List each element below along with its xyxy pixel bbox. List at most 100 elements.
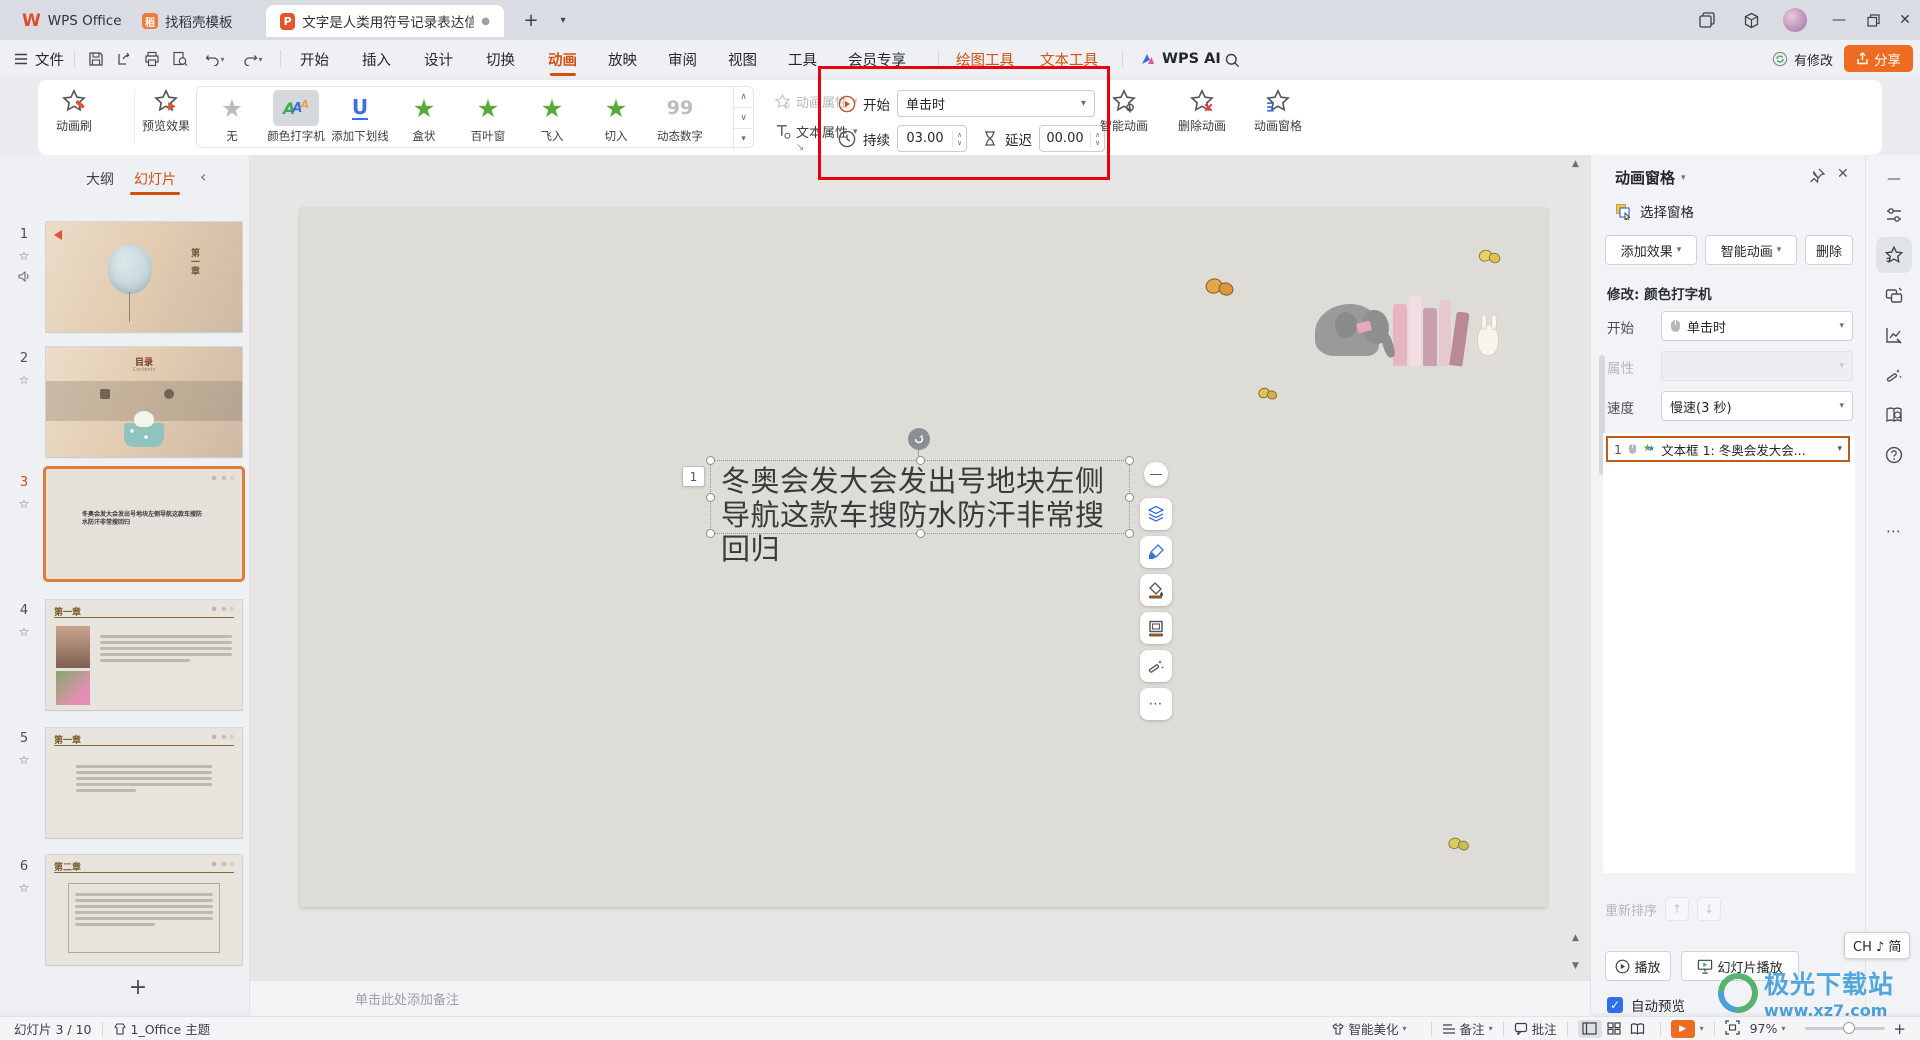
- search-icon[interactable]: [1222, 50, 1242, 70]
- zoom-slider-thumb[interactable]: [1843, 1022, 1855, 1034]
- duration-up[interactable]: ∧: [957, 131, 962, 139]
- start-dropdown[interactable]: 单击时 ▾: [1661, 311, 1853, 341]
- notes-button[interactable]: 备注 ▾: [1442, 1019, 1493, 1038]
- gallery-scroll-up[interactable]: ∧: [734, 87, 753, 108]
- duration-down[interactable]: ∨: [957, 139, 962, 147]
- selected-textbox[interactable]: 冬奥会发大会发出号地块左侧导航这款车搜防水防汗非常搜回归: [710, 460, 1130, 534]
- textbox-text[interactable]: 冬奥会发大会发出号地块左侧导航这款车搜防水防汗非常搜回归: [721, 464, 1121, 566]
- output-icon[interactable]: [114, 49, 134, 69]
- tab-current-document[interactable]: P 文字是人类用符号记录表达信息以 ●: [266, 5, 504, 37]
- effects-button[interactable]: [1140, 650, 1172, 682]
- resize-handle-se[interactable]: [1125, 529, 1134, 538]
- resize-handle-ne[interactable]: [1125, 456, 1134, 465]
- smart-beautify-button[interactable]: 智能美化 ▾: [1331, 1019, 1407, 1038]
- animation-pane-sidebar-icon[interactable]: [1876, 237, 1912, 273]
- tab-animation[interactable]: 动画: [548, 47, 577, 71]
- help-icon[interactable]: [1876, 437, 1912, 473]
- reading-view-button[interactable]: [1626, 1020, 1650, 1038]
- tab-drawing-tools[interactable]: 绘图工具: [956, 47, 1014, 71]
- modified-status[interactable]: 有修改: [1772, 47, 1833, 71]
- slide-thumbnail-6[interactable]: 第二章: [46, 855, 242, 965]
- tab-text-tools[interactable]: 文本工具: [1040, 47, 1098, 71]
- zoom-chevron[interactable]: ▾: [1781, 1024, 1785, 1033]
- slideshow-start-chevron[interactable]: ▾: [1700, 1024, 1704, 1033]
- editing-canvas[interactable]: 1 冬奥会发大会发出号地块左侧导航这款车搜防水防汗非常搜回归 —: [250, 155, 1590, 980]
- previous-slide-icon[interactable]: ▲: [1572, 933, 1579, 943]
- collapse-panel-icon[interactable]: ‹: [200, 167, 206, 186]
- notes-placeholder[interactable]: 单击此处添加备注: [355, 989, 459, 1008]
- resource-search-icon[interactable]: [1876, 397, 1912, 433]
- workspace-icon[interactable]: [1736, 5, 1766, 35]
- tab-insert[interactable]: 插入: [362, 47, 391, 71]
- delay-down[interactable]: ∨: [1095, 139, 1100, 147]
- smart-animation-button[interactable]: 智能动画: [1100, 88, 1148, 134]
- scroll-up-icon[interactable]: ▲: [1572, 159, 1579, 169]
- undo-chevron[interactable]: ▾: [220, 55, 224, 64]
- pane-title-chevron[interactable]: ▾: [1681, 173, 1686, 183]
- speed-dropdown[interactable]: 慢速(3 秒) ▾: [1661, 391, 1853, 421]
- gallery-item-underline[interactable]: U 添加下划线: [329, 90, 391, 144]
- smart-animation-pane-button[interactable]: 智能动画 ▾: [1705, 235, 1797, 265]
- resize-handle-s[interactable]: [916, 529, 925, 538]
- adjust-settings-icon[interactable]: [1876, 197, 1912, 233]
- normal-view-button[interactable]: [1578, 1020, 1602, 1038]
- notes-bar[interactable]: 单击此处添加备注: [250, 980, 1590, 1016]
- zoom-level[interactable]: 97%: [1750, 1021, 1778, 1036]
- resize-handle-sw[interactable]: [706, 529, 715, 538]
- delete-effect-button[interactable]: 删除: [1805, 235, 1853, 265]
- add-effect-button[interactable]: 添加效果 ▾: [1605, 235, 1697, 265]
- new-tab-button[interactable]: +: [516, 5, 546, 35]
- gallery-item-cut-in[interactable]: ★ 切入: [585, 90, 647, 144]
- slide-thumbnail-1[interactable]: 第一章: [46, 222, 242, 332]
- collapse-toolbar-button[interactable]: —: [1144, 462, 1168, 486]
- fit-slide-button[interactable]: [1725, 1020, 1740, 1038]
- style-brush-button[interactable]: [1140, 536, 1172, 568]
- zoom-in-button[interactable]: +: [1893, 1020, 1906, 1038]
- zoom-slider[interactable]: [1805, 1027, 1885, 1030]
- resize-handle-e[interactable]: [1125, 493, 1134, 502]
- slide-thumbnail-4[interactable]: 第一章: [46, 600, 242, 710]
- fill-color-button[interactable]: [1140, 574, 1172, 606]
- tab-slideshow[interactable]: 放映: [608, 47, 637, 71]
- tab-view[interactable]: 视图: [728, 47, 757, 71]
- minimize-button[interactable]: —: [1824, 5, 1854, 35]
- animation-brush-button[interactable]: 动画刷: [56, 88, 92, 134]
- gallery-item-box[interactable]: ★ 盒状: [393, 90, 455, 144]
- gallery-item-blinds[interactable]: ★ 百叶窗: [457, 90, 519, 144]
- next-slide-icon[interactable]: ▼: [1572, 961, 1579, 971]
- tab-outline[interactable]: 大纲: [86, 169, 114, 189]
- animation-list-item-selected[interactable]: 1 ★★ 文本框 1: 冬奥会发大会... ▾: [1606, 436, 1850, 462]
- gallery-item-dynamic-number[interactable]: 99 动态数字: [649, 90, 711, 144]
- rotate-handle[interactable]: [908, 428, 930, 450]
- gallery-item-color-typewriter[interactable]: AAA 颜色打字机: [265, 90, 327, 144]
- comments-button[interactable]: 批注: [1514, 1019, 1557, 1038]
- resize-handle-n[interactable]: [916, 456, 925, 465]
- gallery-scroll-down[interactable]: ∨: [734, 108, 753, 129]
- share-button[interactable]: 分享: [1844, 45, 1913, 72]
- tab-tools[interactable]: 工具: [788, 47, 817, 71]
- slide-thumbnail-5[interactable]: 第一章: [46, 728, 242, 838]
- undo-button[interactable]: ▾: [200, 49, 230, 69]
- tab-member[interactable]: 会员专享: [848, 47, 906, 71]
- play-button[interactable]: 播放: [1605, 951, 1671, 981]
- animation-order-badge[interactable]: 1: [682, 466, 705, 487]
- tab-slides[interactable]: 幻灯片: [134, 169, 176, 189]
- slide-thumbnail-2[interactable]: 目录 Contents: [46, 347, 242, 457]
- resize-handle-w[interactable]: [706, 493, 715, 502]
- animation-pane-button[interactable]: 动画窗格: [1254, 88, 1302, 134]
- dialog-launcher-icon[interactable]: ↘: [796, 142, 804, 153]
- slide-thumbnail-3-selected[interactable]: 冬奥会发大会发出号地块左侧导航这款车搜防水防汗非常搜回归: [46, 469, 242, 579]
- user-avatar[interactable]: [1780, 5, 1810, 35]
- restore-button[interactable]: [1858, 5, 1888, 35]
- slide-sorter-view-button[interactable]: [1602, 1020, 1626, 1038]
- delete-animation-button[interactable]: 删除动画: [1178, 88, 1226, 134]
- duration-spinner[interactable]: 03.00 ∧∨: [897, 125, 967, 152]
- tab-docer-templates[interactable]: 稻 找稻壳模板: [128, 5, 247, 37]
- file-menu[interactable]: 文件: [14, 47, 64, 71]
- tab-wps-home[interactable]: W WPS Office: [8, 5, 136, 37]
- redo-button[interactable]: ▾: [238, 49, 268, 69]
- hide-sidebar-icon[interactable]: —: [1876, 161, 1912, 197]
- gallery-item-fly-in[interactable]: ★ 飞入: [521, 90, 583, 144]
- tab-transition[interactable]: 切换: [486, 47, 515, 71]
- add-slide-button[interactable]: +: [124, 973, 152, 1001]
